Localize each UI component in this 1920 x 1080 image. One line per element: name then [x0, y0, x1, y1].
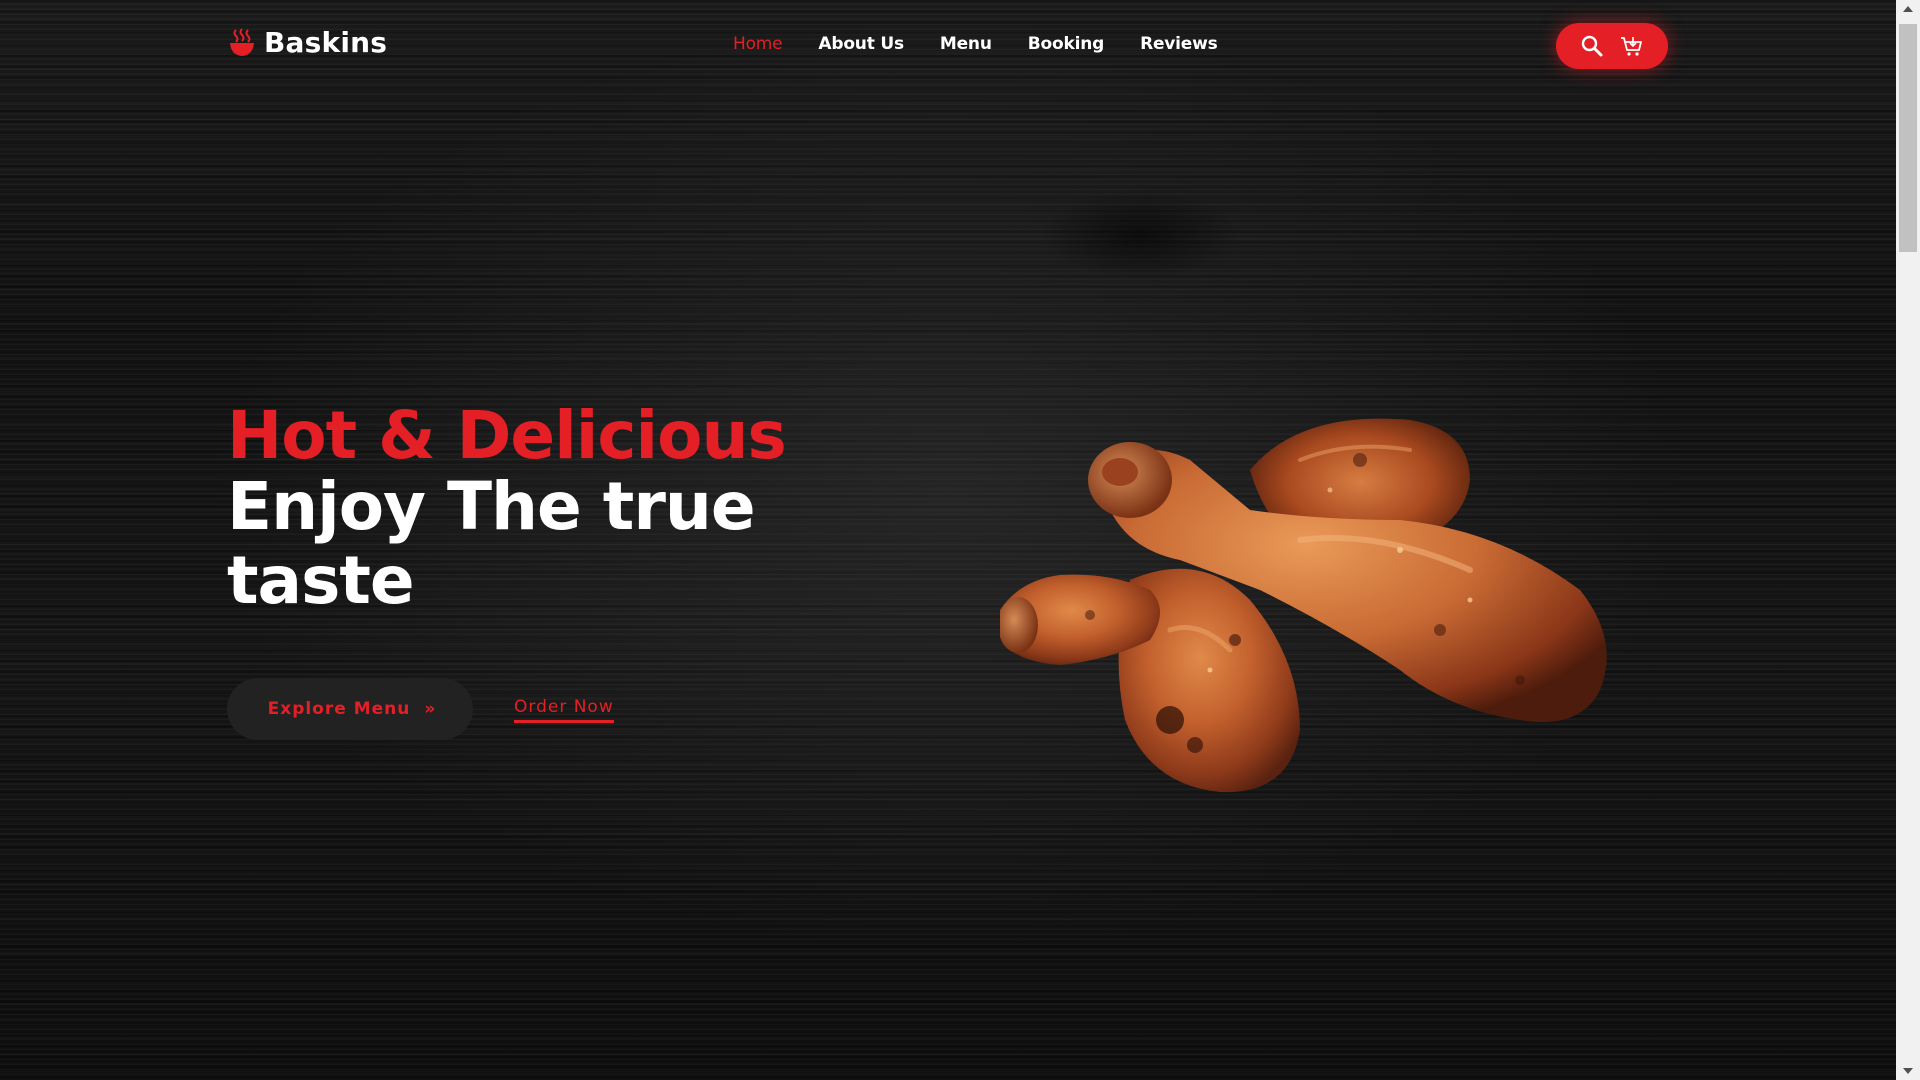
- brand-name: Baskins: [264, 26, 388, 59]
- nav-item-home[interactable]: Home: [733, 34, 783, 54]
- nav-item-about-us[interactable]: About Us: [818, 34, 904, 54]
- cart-icon[interactable]: [1620, 34, 1644, 58]
- double-chevron-right-icon: ››: [424, 699, 435, 719]
- nav-item-menu[interactable]: Menu: [940, 34, 992, 54]
- scroll-up-arrow-icon[interactable]: [1896, 0, 1920, 18]
- chicken-drumsticks-image: [998, 400, 1620, 800]
- scroll-down-arrow-icon[interactable]: [1896, 1062, 1920, 1080]
- scrollbar-thumb[interactable]: [1899, 24, 1917, 252]
- hero-background: Baskins Home About Us Menu Booking Revie…: [0, 0, 1896, 1080]
- main-nav: Home About Us Menu Booking Reviews: [733, 34, 1218, 54]
- brand-logo[interactable]: Baskins: [228, 26, 387, 59]
- order-now-link[interactable]: Order Now: [514, 697, 614, 723]
- nav-item-reviews[interactable]: Reviews: [1140, 34, 1218, 54]
- nav-item-booking[interactable]: Booking: [1028, 34, 1105, 54]
- hero-headline: Enjoy The true taste: [227, 468, 756, 619]
- explore-menu-button[interactable]: Explore Menu ››: [227, 678, 473, 740]
- site-header: Baskins Home About Us Menu Booking Revie…: [0, 0, 1896, 92]
- hero-headline-accent: Hot & Delicious: [227, 397, 787, 474]
- explore-menu-label: Explore Menu: [267, 699, 411, 719]
- page-scrollbar[interactable]: [1896, 0, 1920, 1080]
- search-icon[interactable]: [1580, 34, 1604, 58]
- wood-knot: [1040, 190, 1240, 280]
- bowl-steam-icon: [228, 27, 256, 58]
- header-actions: [1556, 23, 1668, 69]
